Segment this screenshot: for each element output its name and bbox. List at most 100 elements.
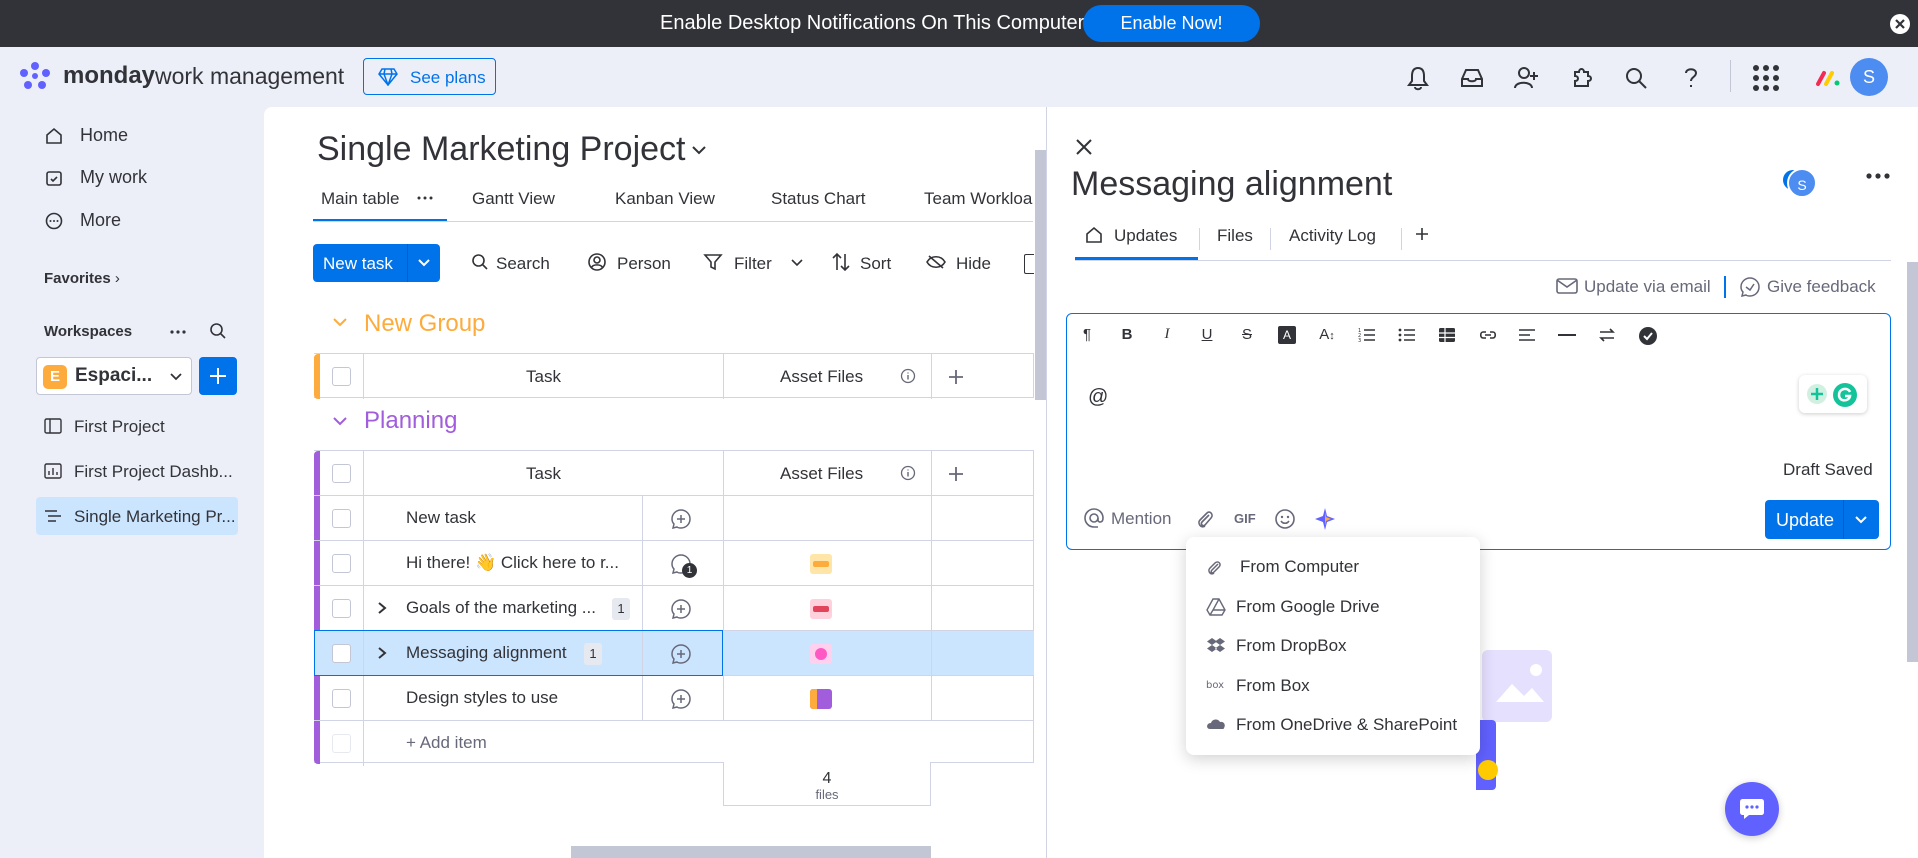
column-header-asset-files[interactable]: Asset Files <box>780 367 863 387</box>
file-thumbnail[interactable] <box>810 644 832 664</box>
give-feedback-link[interactable]: Give feedback <box>1767 277 1876 297</box>
task-name[interactable]: New task <box>406 508 626 528</box>
table-row[interactable]: Goals of the marketing ... 1 <box>314 586 1034 631</box>
sidebar-board-first-project[interactable]: First Project <box>36 407 238 445</box>
subitems-count[interactable]: 1 <box>612 598 630 620</box>
workspace-options-icon[interactable] <box>168 322 188 342</box>
group-title[interactable]: Planning <box>364 407 457 435</box>
table-icon[interactable] <box>1438 327 1456 343</box>
help-icon[interactable] <box>1677 64 1705 92</box>
page-title[interactable]: Single Marketing Project <box>317 130 686 169</box>
tab-options-icon[interactable] <box>416 190 434 206</box>
task-name[interactable]: Goals of the marketing ... <box>406 598 601 618</box>
tab-main-table[interactable]: Main table <box>321 189 399 209</box>
tab-status-chart[interactable]: Status Chart <box>771 189 866 209</box>
close-icon[interactable] <box>1890 14 1910 34</box>
close-icon[interactable] <box>1074 137 1094 157</box>
row-checkbox[interactable] <box>332 509 351 528</box>
text-color-icon[interactable]: A <box>1276 326 1298 344</box>
add-update-icon[interactable] <box>670 643 692 665</box>
gif-button[interactable]: GIF <box>1234 511 1256 526</box>
task-name[interactable]: Design styles to use <box>406 688 631 708</box>
tab-files[interactable]: Files <box>1217 226 1253 246</box>
table-row-selected[interactable]: Messaging alignment 1 <box>314 630 1034 676</box>
checklist-icon[interactable] <box>1638 326 1658 346</box>
row-checkbox[interactable] <box>332 554 351 573</box>
group-title[interactable]: New Group <box>364 310 485 338</box>
grid-menu-icon[interactable] <box>1752 64 1780 92</box>
row-checkbox[interactable] <box>332 689 351 708</box>
bullet-list-icon[interactable] <box>1398 327 1416 343</box>
horizontal-scrollbar[interactable] <box>571 846 931 858</box>
mention-label[interactable]: Mention <box>1111 509 1171 529</box>
new-task-button[interactable]: New task <box>313 244 440 282</box>
add-update-icon[interactable] <box>670 688 692 710</box>
inbox-icon[interactable] <box>1458 64 1486 92</box>
tab-gantt-view[interactable]: Gantt View <box>472 189 555 209</box>
info-icon[interactable] <box>900 368 916 384</box>
more-toolbar-icon[interactable] <box>1024 254 1034 274</box>
task-name[interactable]: Hi there! 👋 Click here to r... <box>406 553 631 573</box>
bell-icon[interactable] <box>1404 64 1432 92</box>
mention-icon[interactable] <box>1083 507 1105 529</box>
tab-kanban-view[interactable]: Kanban View <box>615 189 715 209</box>
enable-notifications-button[interactable]: Enable Now! <box>1083 5 1260 42</box>
expand-subitems-icon[interactable] <box>376 601 388 615</box>
file-thumbnail[interactable] <box>810 689 832 709</box>
row-checkbox[interactable] <box>332 599 351 618</box>
group-collapse-icon[interactable] <box>331 414 349 428</box>
add-column-icon[interactable] <box>946 464 966 484</box>
grammarly-widget[interactable] <box>1799 375 1867 413</box>
divider-line-icon[interactable] <box>1558 334 1576 336</box>
add-workspace-item-button[interactable] <box>199 357 237 395</box>
table-row[interactable]: Hi there! 👋 Click here to r... 1 <box>314 541 1034 586</box>
more-options-icon[interactable] <box>1865 170 1891 182</box>
select-all-checkbox[interactable] <box>332 367 351 386</box>
paragraph-icon[interactable]: ¶ <box>1076 326 1098 343</box>
avatar[interactable]: S <box>1850 58 1888 96</box>
table-row[interactable]: Design styles to use <box>314 676 1034 721</box>
info-icon[interactable] <box>900 465 916 481</box>
emoji-icon[interactable] <box>1274 508 1296 530</box>
add-item-input[interactable]: + Add item <box>406 733 487 753</box>
sidebar-board-first-project-dashboard[interactable]: First Project Dashb... <box>36 452 238 490</box>
column-header-task[interactable]: Task <box>526 367 561 387</box>
scrollbar[interactable] <box>1907 262 1918 662</box>
add-update-icon[interactable] <box>670 508 692 530</box>
file-thumbnail[interactable] <box>810 554 832 574</box>
editor-content[interactable]: @ <box>1088 386 1108 409</box>
see-plans-button[interactable]: See plans <box>363 58 496 95</box>
file-thumbnail[interactable] <box>810 599 832 619</box>
column-header-asset-files[interactable]: Asset Files <box>780 464 863 484</box>
item-title[interactable]: Messaging alignment <box>1071 165 1392 204</box>
ai-sparkle-icon[interactable] <box>1313 507 1337 531</box>
table-row[interactable]: New task <box>314 496 1034 541</box>
attachment-icon[interactable] <box>1196 508 1214 530</box>
group-collapse-icon[interactable] <box>331 315 349 329</box>
select-all-checkbox[interactable] <box>332 464 351 483</box>
workspace-search-icon[interactable] <box>208 321 228 341</box>
tab-activity-log[interactable]: Activity Log <box>1289 226 1376 246</box>
update-button[interactable]: Update <box>1765 500 1879 539</box>
align-icon[interactable] <box>1518 327 1536 343</box>
add-view-icon[interactable] <box>1414 226 1430 242</box>
strikethrough-icon[interactable]: S <box>1236 326 1258 343</box>
underline-icon[interactable]: U <box>1196 326 1218 343</box>
italic-icon[interactable]: I <box>1156 326 1178 343</box>
add-column-icon[interactable] <box>946 367 966 387</box>
avatar[interactable]: S <box>1787 168 1817 198</box>
link-icon[interactable] <box>1478 327 1498 343</box>
chat-button[interactable] <box>1725 782 1779 836</box>
tab-team-workload[interactable]: Team Workloa <box>924 189 1034 209</box>
favorites-toggle[interactable]: Favorites › <box>44 270 120 287</box>
chevron-down-icon[interactable] <box>690 143 708 157</box>
invite-members-icon[interactable] <box>1512 64 1540 92</box>
apps-icon[interactable] <box>1567 64 1595 92</box>
update-via-email-link[interactable]: Update via email <box>1584 277 1711 297</box>
text-size-icon[interactable]: A↕ <box>1316 326 1338 343</box>
scrollbar[interactable] <box>1035 150 1046 400</box>
search-icon[interactable] <box>1622 64 1650 92</box>
numbered-list-icon[interactable]: 123 <box>1358 327 1376 343</box>
workspace-selector[interactable]: E Espaci... <box>36 357 192 395</box>
code-direction-icon[interactable] <box>1598 327 1616 343</box>
